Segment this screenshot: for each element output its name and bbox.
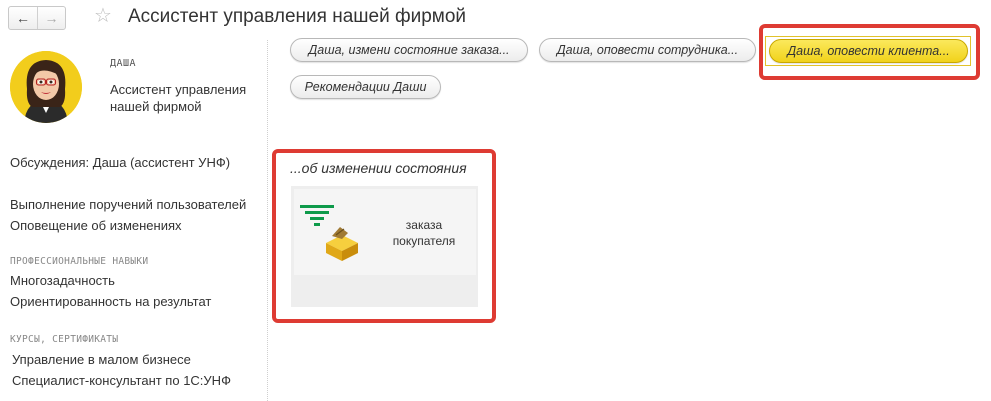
nav-buttons: ← → (8, 6, 66, 30)
skill-item: Ориентированность на результат (10, 294, 212, 309)
tile-label-line1: заказа (405, 218, 443, 232)
page-title: Ассистент управления нашей фирмой (128, 6, 467, 27)
assistant-name: ДАША (110, 58, 137, 69)
tile-label: заказа покупателя (380, 217, 468, 249)
skill-item: Многозадачность (10, 273, 115, 288)
forward-button[interactable]: → (37, 7, 65, 29)
arrow-right-icon: → (44, 10, 59, 26)
discussions-link[interactable]: Обсуждения: Даша (ассистент УНФ) (10, 155, 230, 170)
change-order-status-button[interactable]: Даша, измени состояние заказа... (290, 38, 528, 62)
back-button[interactable]: ← (9, 7, 37, 29)
courses-heading: КУРСЫ, СЕРТИФИКАТЫ (10, 334, 119, 345)
status-section-title: ...об изменении состояния (290, 160, 467, 176)
star-icon[interactable]: ☆ (94, 4, 112, 28)
courses-list: Управление в малом бизнесе Специалист-ко… (12, 349, 231, 391)
course-item: Специалист-консультант по 1С:УНФ (12, 373, 231, 388)
arrow-left-icon: ← (16, 10, 30, 26)
notify-employee-button[interactable]: Даша, оповести сотрудника... (539, 38, 756, 62)
tile-label-line2: покупателя (392, 234, 456, 248)
assistant-role: Ассистент управления нашей фирмой (110, 82, 247, 114)
funnel-box-icon (300, 205, 358, 261)
duty-item: Выполнение поручений пользователей (10, 197, 247, 212)
course-item: Управление в малом бизнесе (12, 352, 191, 367)
duty-item: Оповещение об изменениях (10, 218, 182, 233)
skills-heading: ПРОФЕССИОНАЛЬНЫЕ НАВЫКИ (10, 256, 149, 267)
avatar (10, 51, 82, 123)
recommendations-button[interactable]: Рекомендации Даши (290, 75, 441, 99)
panel-divider (267, 40, 268, 401)
assistant-portrait-icon (10, 51, 82, 123)
duties-list: Выполнение поручений пользователей Опове… (10, 194, 246, 236)
skills-list: Многозадачность Ориентированность на рез… (10, 270, 211, 312)
notify-client-button[interactable]: Даша, оповести клиента... (769, 39, 968, 63)
